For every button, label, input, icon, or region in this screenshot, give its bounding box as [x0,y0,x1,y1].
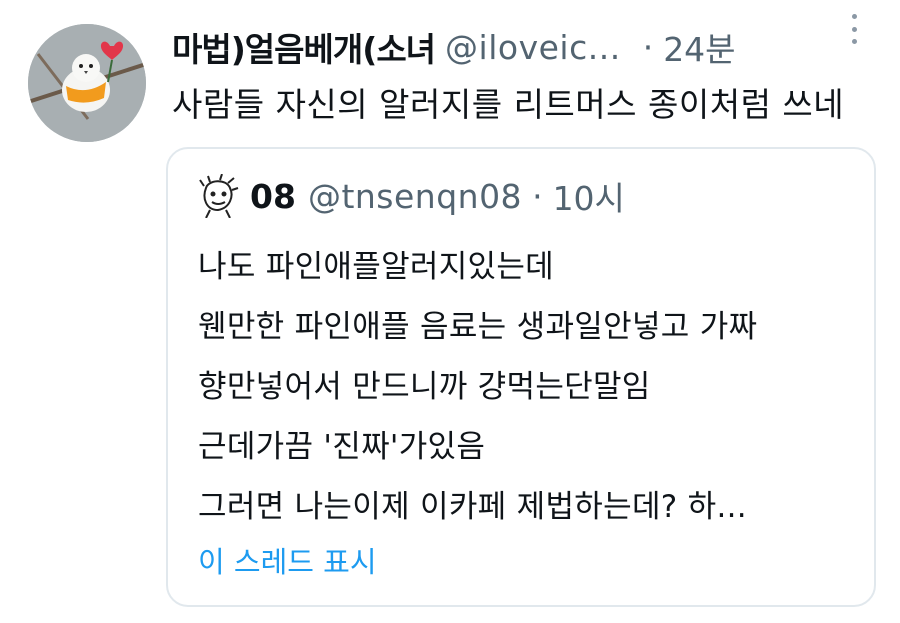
more-vertical-icon[interactable] [844,14,864,44]
quoted-text-line: 나도 파인애플알러지있는데 [198,249,554,285]
quoted-text-line: 웬만한 파인애플 음료는 생과일안넣고 가짜 [198,309,758,345]
quoted-text-line: 향만넣어서 만드니까 걍먹는단말임 [198,369,651,405]
show-thread-link[interactable]: 이 스레드 표시 [198,539,377,581]
quoted-tweet-timestamp[interactable]: 10시 [553,172,625,220]
quoted-author-handle[interactable]: @tnsenqn08 [308,177,522,216]
quoted-author-name[interactable]: 08 [250,177,296,216]
author-handle[interactable]: @iloveic... [445,28,621,67]
separator-dot: · [642,27,654,67]
author-display-name[interactable]: 마법)얼음베개(소녀 [172,23,436,71]
sketch-avatar-icon [196,174,240,218]
tweet-header: 마법)얼음베개(소녀 @iloveic... · 24분 [172,20,872,74]
quoted-separator-dot: · [532,176,543,216]
tweet-timestamp[interactable]: 24분 [663,23,735,71]
quoted-text-line: 근데가끔 '진짜'가있음 [198,429,486,465]
quoted-tweet-header: 08 @tnsenqn08 · 10시 [196,173,625,219]
quoted-tweet-card[interactable]: 08 @tnsenqn08 · 10시 나도 파인애플알러지있는데 웬만한 파인… [166,147,876,607]
tweet-text: 사람들 자신의 알러지를 리트머스 종이처럼 쓰네 [172,85,845,124]
quoted-text-line: 그러면 나는이제 이카페 제법하는데? 하... [198,489,747,525]
bird-avatar-icon[interactable] [28,24,146,142]
quoted-tweet-text: 나도 파인애플알러지있는데 웬만한 파인애플 음료는 생과일안넣고 가짜 향만넣… [198,237,757,537]
tweet[interactable]: 마법)얼음베개(소녀 @iloveic... · 24분 사람들 자신의 알러지… [0,0,900,623]
